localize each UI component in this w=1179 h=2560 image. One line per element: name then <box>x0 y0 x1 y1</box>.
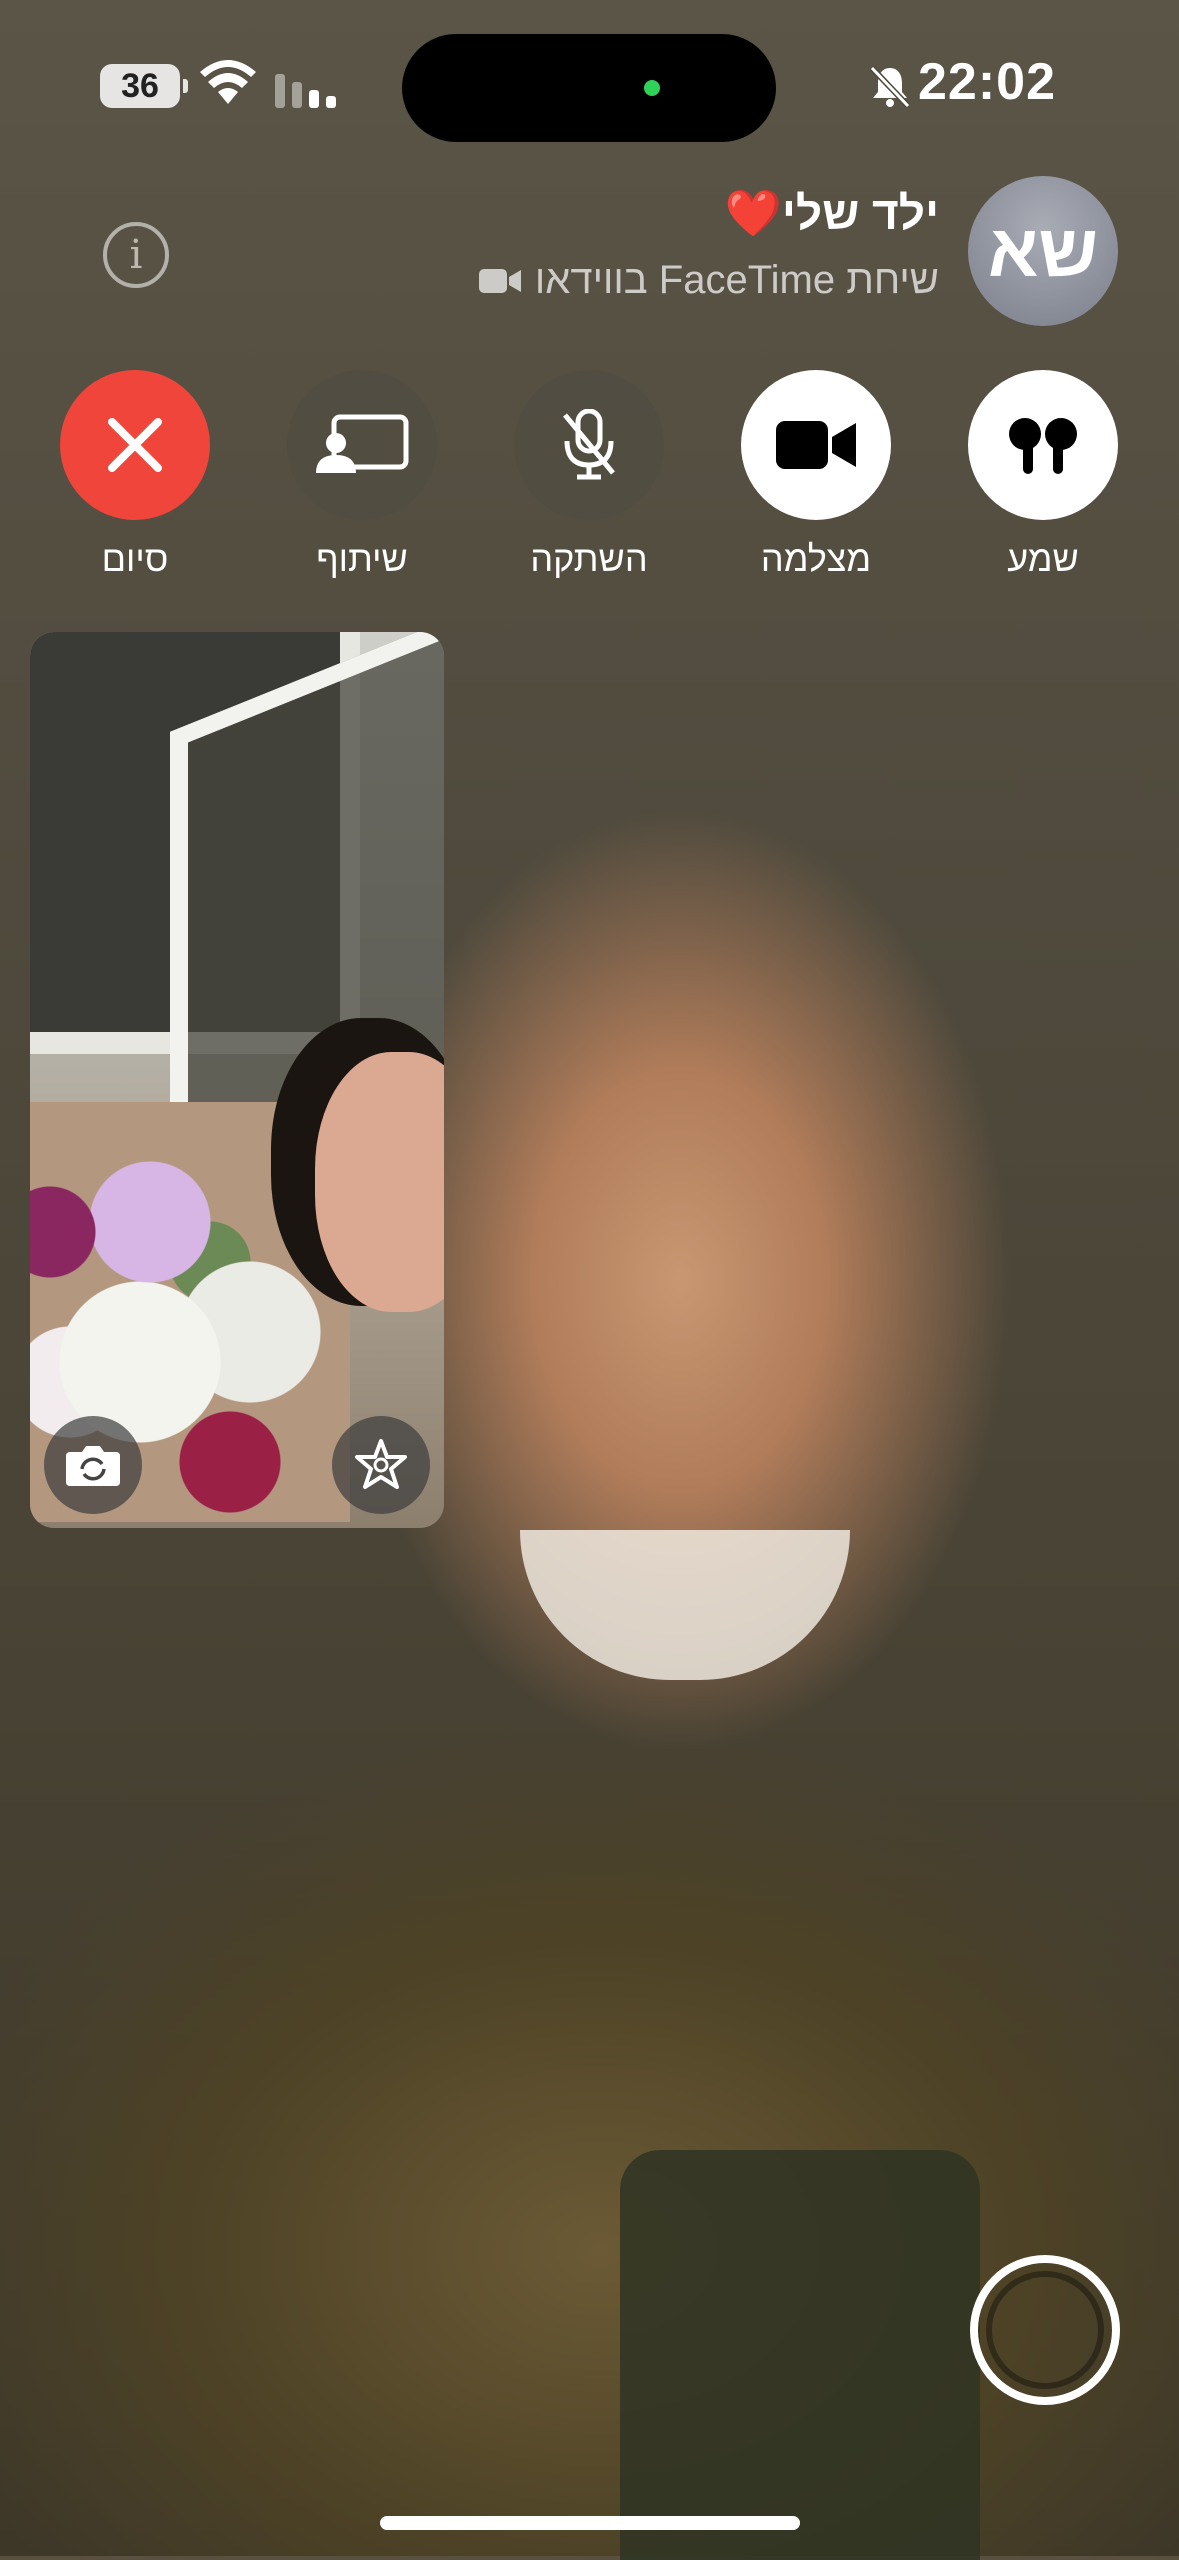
contact-name: ילד שלי❤️ <box>719 186 939 241</box>
share-button[interactable]: שיתוף <box>287 370 437 580</box>
avatar[interactable]: שא <box>968 176 1118 326</box>
camera-button[interactable]: מצלמה <box>741 370 891 580</box>
airpods-icon <box>1009 418 1077 474</box>
shareplay-icon <box>316 414 409 473</box>
end-call-button[interactable]: סיום <box>60 370 210 580</box>
end-call-label: סיום <box>101 538 169 579</box>
self-view-preview[interactable] <box>30 632 444 1528</box>
camera-circle[interactable] <box>741 370 891 520</box>
live-photo-capture-button[interactable] <box>970 2255 1120 2405</box>
info-button[interactable]: i <box>103 222 169 288</box>
clock: 22:02 <box>918 53 1056 111</box>
self-view-person <box>315 1052 444 1312</box>
silent-bell-icon <box>869 65 911 108</box>
camera-in-use-indicator <box>644 80 660 96</box>
end-call-circle[interactable] <box>60 370 210 520</box>
call-type: שיחת FaceTime בווידאו <box>478 258 939 303</box>
home-indicator[interactable] <box>380 2516 800 2530</box>
video-camera-icon <box>478 268 521 293</box>
contact-name-text: ילד שלי <box>782 187 939 239</box>
audio-output-label: שמע <box>1007 538 1079 579</box>
mute-circle[interactable] <box>514 370 664 520</box>
camera-flip-icon <box>66 1446 120 1486</box>
cellular-signal-icon <box>275 74 336 108</box>
microphone-muted-icon <box>563 409 615 480</box>
mute-button[interactable]: השתקה <box>514 370 664 580</box>
share-label: שיתוף <box>316 538 408 579</box>
status-bar: 36 22:02 <box>0 0 1179 170</box>
call-type-text: שיחת FaceTime בווידאו <box>534 258 939 302</box>
flip-camera-button[interactable] <box>44 1416 142 1514</box>
wifi-icon <box>200 60 256 104</box>
mute-label: השתקה <box>530 538 648 579</box>
remote-video-detail-shirt <box>620 2150 980 2560</box>
close-icon <box>108 418 162 472</box>
heart-emoji: ❤️ <box>724 187 783 239</box>
video-camera-icon <box>776 421 856 469</box>
dynamic-island <box>402 34 776 142</box>
audio-output-button[interactable]: שמע <box>968 370 1118 580</box>
camera-label: מצלמה <box>760 538 872 579</box>
audio-output-circle[interactable] <box>968 370 1118 520</box>
share-circle[interactable] <box>287 370 437 520</box>
effects-button[interactable] <box>332 1416 430 1514</box>
battery-indicator: 36 <box>100 64 188 108</box>
effects-star-icon <box>355 1439 407 1489</box>
info-icon: i <box>129 232 143 278</box>
